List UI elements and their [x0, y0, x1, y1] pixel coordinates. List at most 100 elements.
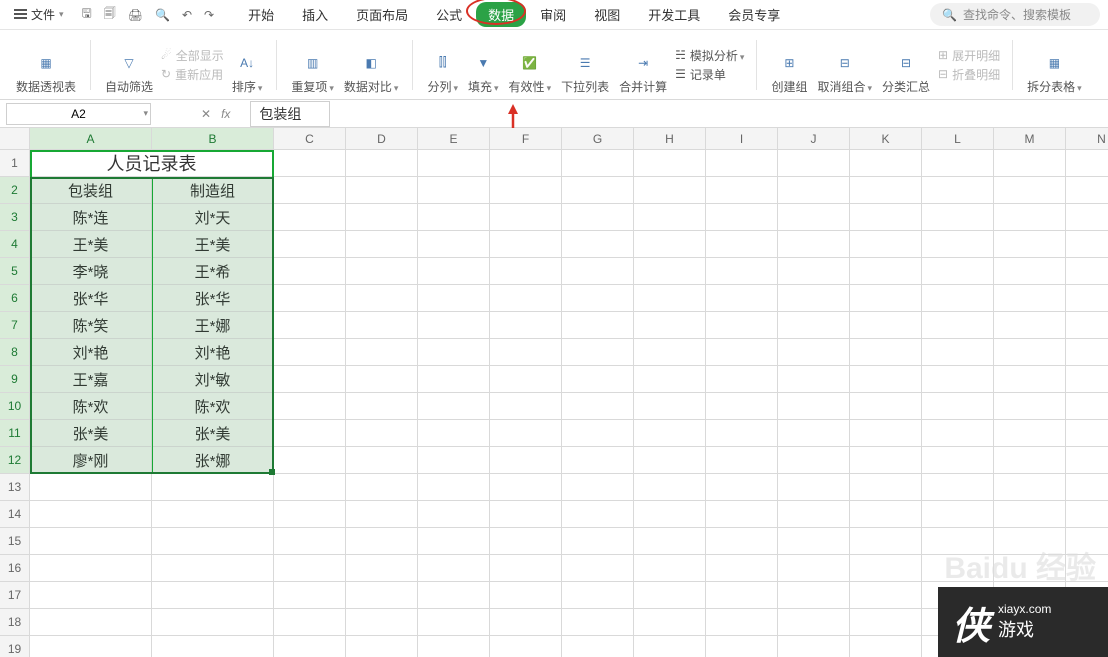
cell-K12[interactable]: [850, 447, 922, 474]
cell-D6[interactable]: [346, 285, 418, 312]
cell-J1[interactable]: [778, 150, 850, 177]
cell-E9[interactable]: [418, 366, 490, 393]
cell-F13[interactable]: [490, 474, 562, 501]
cell-J7[interactable]: [778, 312, 850, 339]
cell-K11[interactable]: [850, 420, 922, 447]
cell-E13[interactable]: [418, 474, 490, 501]
cell-A12[interactable]: 廖*刚: [30, 447, 152, 474]
cell-J2[interactable]: [778, 177, 850, 204]
cell-L9[interactable]: [922, 366, 994, 393]
form-button[interactable]: ☰记录单: [675, 66, 744, 83]
cell-N11[interactable]: [1066, 420, 1108, 447]
print-icon[interactable]: 🖨: [128, 8, 143, 22]
cell-M5[interactable]: [994, 258, 1066, 285]
cell-D12[interactable]: [346, 447, 418, 474]
cell-K18[interactable]: [850, 609, 922, 636]
cell-C13[interactable]: [274, 474, 346, 501]
cell-B4[interactable]: 王*美: [152, 231, 274, 258]
cell-A16[interactable]: [30, 555, 152, 582]
cancel-icon[interactable]: ✕: [201, 107, 211, 121]
cell-F6[interactable]: [490, 285, 562, 312]
cell-G1[interactable]: [562, 150, 634, 177]
cell-K17[interactable]: [850, 582, 922, 609]
cell-L1[interactable]: [922, 150, 994, 177]
cell-L8[interactable]: [922, 339, 994, 366]
cell-N5[interactable]: [1066, 258, 1108, 285]
cell-B11[interactable]: 张*美: [152, 420, 274, 447]
cell-F2[interactable]: [490, 177, 562, 204]
cell-D19[interactable]: [346, 636, 418, 657]
tab-formula[interactable]: 公式: [422, 1, 476, 28]
cell-G18[interactable]: [562, 609, 634, 636]
cell-F10[interactable]: [490, 393, 562, 420]
compare-button[interactable]: ◧ 数据对比: [342, 35, 401, 95]
cell-K5[interactable]: [850, 258, 922, 285]
row-header-17[interactable]: 17: [0, 582, 30, 609]
cell-M1[interactable]: [994, 150, 1066, 177]
cell-M2[interactable]: [994, 177, 1066, 204]
cell-G6[interactable]: [562, 285, 634, 312]
row-header-12[interactable]: 12: [0, 447, 30, 474]
cell-J19[interactable]: [778, 636, 850, 657]
cell-J12[interactable]: [778, 447, 850, 474]
cell-N16[interactable]: [1066, 555, 1108, 582]
cell-I2[interactable]: [706, 177, 778, 204]
cell-J6[interactable]: [778, 285, 850, 312]
cell-D7[interactable]: [346, 312, 418, 339]
cell-H5[interactable]: [634, 258, 706, 285]
cell-I13[interactable]: [706, 474, 778, 501]
cell-I7[interactable]: [706, 312, 778, 339]
tab-review[interactable]: 审阅: [526, 1, 580, 28]
cell-F1[interactable]: [490, 150, 562, 177]
cell-B6[interactable]: 张*华: [152, 285, 274, 312]
cell-A14[interactable]: [30, 501, 152, 528]
cell-C11[interactable]: [274, 420, 346, 447]
cell-H17[interactable]: [634, 582, 706, 609]
cell-N9[interactable]: [1066, 366, 1108, 393]
cell-K10[interactable]: [850, 393, 922, 420]
tab-data[interactable]: 数据: [476, 2, 526, 27]
tab-member[interactable]: 会员专享: [714, 1, 794, 28]
cell-E5[interactable]: [418, 258, 490, 285]
cell-J4[interactable]: [778, 231, 850, 258]
cell-N10[interactable]: [1066, 393, 1108, 420]
cell-E4[interactable]: [418, 231, 490, 258]
sort-button[interactable]: A↓ 排序: [230, 35, 265, 95]
cell-H14[interactable]: [634, 501, 706, 528]
cell-H12[interactable]: [634, 447, 706, 474]
cell-M4[interactable]: [994, 231, 1066, 258]
dropdown-button[interactable]: ☰ 下拉列表: [559, 35, 611, 95]
cell-E17[interactable]: [418, 582, 490, 609]
title-cell[interactable]: 人员记录表: [30, 150, 274, 177]
cell-K1[interactable]: [850, 150, 922, 177]
undo-icon[interactable]: ↶: [182, 8, 192, 22]
cell-M14[interactable]: [994, 501, 1066, 528]
cell-M3[interactable]: [994, 204, 1066, 231]
cell-N14[interactable]: [1066, 501, 1108, 528]
cell-M16[interactable]: [994, 555, 1066, 582]
cell-C5[interactable]: [274, 258, 346, 285]
cell-E11[interactable]: [418, 420, 490, 447]
cell-I18[interactable]: [706, 609, 778, 636]
cell-G8[interactable]: [562, 339, 634, 366]
cell-D13[interactable]: [346, 474, 418, 501]
cell-N8[interactable]: [1066, 339, 1108, 366]
cell-F5[interactable]: [490, 258, 562, 285]
cell-L6[interactable]: [922, 285, 994, 312]
cell-I11[interactable]: [706, 420, 778, 447]
cell-C8[interactable]: [274, 339, 346, 366]
cell-H10[interactable]: [634, 393, 706, 420]
expand-button[interactable]: ⊞展开明细: [938, 47, 1000, 64]
cell-A8[interactable]: 刘*艳: [30, 339, 152, 366]
cell-M8[interactable]: [994, 339, 1066, 366]
cell-A11[interactable]: 张*美: [30, 420, 152, 447]
split-table-button[interactable]: ▦ 拆分表格: [1025, 35, 1084, 95]
cell-L15[interactable]: [922, 528, 994, 555]
subtotal-button[interactable]: ⊟ 分类汇总: [880, 35, 932, 95]
cell-L5[interactable]: [922, 258, 994, 285]
row-header-16[interactable]: 16: [0, 555, 30, 582]
cell-I3[interactable]: [706, 204, 778, 231]
row-header-14[interactable]: 14: [0, 501, 30, 528]
cell-N13[interactable]: [1066, 474, 1108, 501]
fill-button[interactable]: ▼ 填充: [466, 35, 501, 95]
